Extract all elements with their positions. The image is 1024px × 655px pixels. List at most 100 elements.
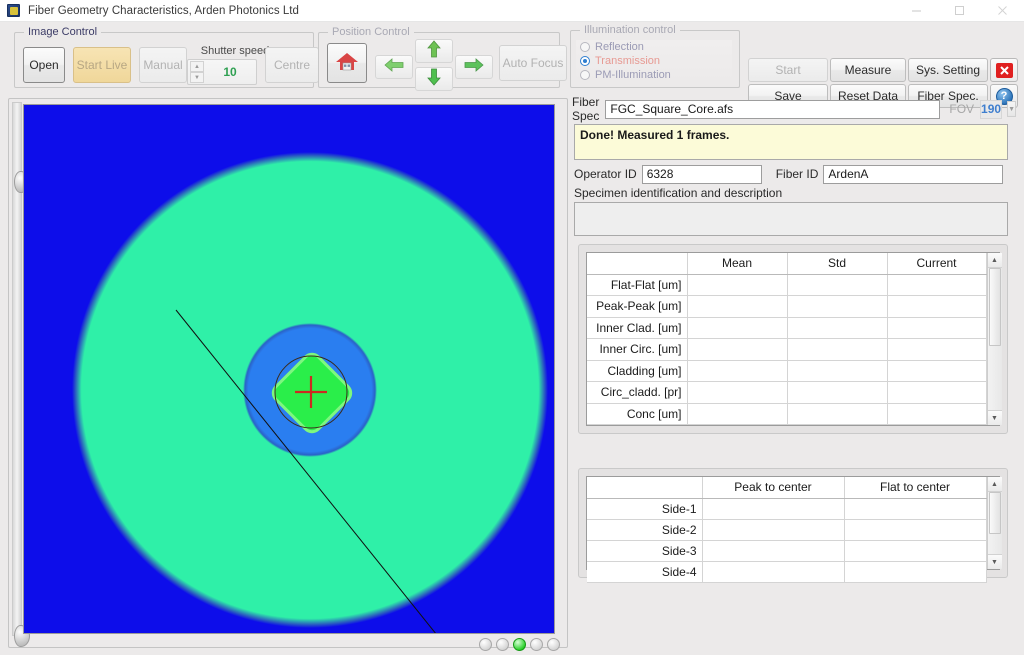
- maximize-icon[interactable]: [938, 0, 981, 22]
- sides-vertical-scrollbar[interactable]: ▲ ▼: [986, 477, 1002, 569]
- results-cell-current[interactable]: [887, 338, 987, 361]
- results-row-label: Inner Circ. [um]: [587, 338, 688, 361]
- sides-cell-peak[interactable]: [702, 540, 845, 562]
- operator-id-field[interactable]: 6328: [641, 164, 762, 184]
- scroll-up-icon[interactable]: ▲: [987, 477, 1002, 492]
- sides-cell-flat[interactable]: [844, 540, 987, 562]
- move-right-button[interactable]: [455, 55, 493, 79]
- sides-cell-peak[interactable]: [702, 519, 845, 541]
- radio-option-reflection[interactable]: Reflection: [580, 40, 732, 54]
- scroll-track[interactable]: [988, 346, 1002, 410]
- results-cell-current[interactable]: [887, 274, 987, 296]
- table-row: Side-4: [587, 561, 987, 583]
- move-down-button[interactable]: [415, 67, 453, 91]
- manual-button[interactable]: Manual: [139, 47, 187, 83]
- status-led-4: [530, 638, 543, 651]
- results-row-label: Inner Clad. [um]: [587, 317, 688, 339]
- shutter-spin-buttons[interactable]: ▲ ▼: [190, 61, 204, 83]
- shutter-speed-stepper[interactable]: ▲ ▼ 10: [187, 59, 257, 85]
- sides-cell-flat[interactable]: [844, 498, 987, 520]
- start-live-button[interactable]: Start Live: [73, 47, 131, 83]
- close-icon[interactable]: [981, 0, 1024, 22]
- results-cell-current[interactable]: [887, 360, 987, 382]
- image-control-group: Image Control Open Start Live Manual Shu…: [14, 26, 319, 88]
- radio-pm-illumination-label: PM-Illumination: [595, 69, 671, 81]
- table-row: Peak-Peak [um]: [587, 295, 987, 318]
- status-led-5: [547, 638, 560, 651]
- auto-focus-button[interactable]: Auto Focus: [499, 45, 567, 81]
- scroll-thumb[interactable]: [988, 492, 1001, 534]
- shutter-speed-value[interactable]: 10: [204, 65, 256, 79]
- fiber-id-label: Fiber ID: [775, 167, 819, 181]
- operator-id-label: Operator ID: [574, 167, 637, 181]
- results-cell-mean[interactable]: [687, 360, 788, 382]
- results-cell-mean[interactable]: [687, 381, 788, 404]
- sides-cell-peak[interactable]: [702, 561, 845, 583]
- exit-button[interactable]: [990, 58, 1018, 82]
- status-message-box: Done! Measured 1 frames.: [574, 124, 1008, 160]
- fiber-image-canvas[interactable]: [23, 104, 555, 634]
- results-cell-mean[interactable]: [687, 317, 788, 339]
- results-cell-std[interactable]: [787, 274, 888, 296]
- sys-setting-button[interactable]: Sys. Setting: [908, 58, 988, 82]
- results-cell-std[interactable]: [787, 338, 888, 361]
- results-row-label: Conc [um]: [587, 403, 688, 425]
- minimize-icon[interactable]: [895, 0, 938, 22]
- status-led-2: [496, 638, 509, 651]
- illumination-control-group: Illumination control Reflection Transmis…: [570, 24, 740, 88]
- results-cell-std[interactable]: [787, 295, 888, 318]
- sides-cell-flat[interactable]: [844, 519, 987, 541]
- application-window: Fiber Geometry Characteristics, Arden Ph…: [0, 0, 1024, 655]
- open-button[interactable]: Open: [23, 47, 65, 83]
- move-up-button[interactable]: [415, 39, 453, 63]
- table-row: Circ_cladd. [pr]: [587, 381, 987, 404]
- move-left-button[interactable]: [375, 55, 413, 79]
- specimen-description-field[interactable]: [574, 202, 1008, 236]
- fiber-spec-label: Fiber Spec: [572, 95, 600, 123]
- fiber-id-field[interactable]: ArdenA: [823, 164, 1004, 184]
- scroll-track[interactable]: [988, 534, 1002, 554]
- sides-header-row: Peak to center Flat to center: [587, 477, 987, 499]
- sides-row-label: Side-1: [587, 498, 703, 520]
- sides-table: Peak to center Flat to center Side-1 Sid…: [587, 477, 987, 583]
- spin-down-icon[interactable]: ▼: [190, 72, 204, 83]
- scroll-up-icon[interactable]: ▲: [987, 253, 1002, 268]
- identification-row: Operator ID 6328 Fiber ID ArdenA: [574, 164, 1012, 184]
- results-cell-std[interactable]: [787, 317, 888, 339]
- radio-option-transmission[interactable]: Transmission: [580, 54, 732, 68]
- centre-button[interactable]: Centre: [265, 47, 319, 83]
- scroll-thumb[interactable]: [988, 268, 1001, 346]
- sides-cell-peak[interactable]: [702, 498, 845, 520]
- scroll-down-icon[interactable]: ▼: [987, 410, 1002, 425]
- results-cell-mean[interactable]: [687, 274, 788, 296]
- radio-reflection-icon[interactable]: [580, 42, 590, 52]
- results-vertical-scrollbar[interactable]: ▲ ▼: [986, 253, 1002, 425]
- results-cell-current[interactable]: [887, 403, 987, 425]
- vertical-focus-slider[interactable]: [12, 102, 30, 647]
- radio-option-pm-illumination[interactable]: PM-Illumination: [580, 68, 732, 82]
- spin-up-icon[interactable]: ▲: [190, 61, 204, 72]
- table-row: Flat-Flat [um]: [587, 274, 987, 296]
- measure-button[interactable]: Measure: [830, 58, 906, 82]
- radio-pm-illumination-icon[interactable]: [580, 70, 590, 80]
- fiber-spec-field[interactable]: FGC_Square_Core.afs: [605, 99, 941, 119]
- scroll-down-icon[interactable]: ▼: [987, 554, 1002, 569]
- radio-transmission-icon[interactable]: [580, 56, 590, 66]
- results-cell-std[interactable]: [787, 381, 888, 404]
- results-cell-std[interactable]: [787, 403, 888, 425]
- fov-dropdown-icon[interactable]: ▼: [1007, 101, 1016, 117]
- results-cell-std[interactable]: [787, 360, 888, 382]
- results-cell-mean[interactable]: [687, 295, 788, 318]
- status-led-row: [479, 638, 563, 652]
- radio-transmission-label: Transmission: [595, 55, 660, 67]
- results-cell-current[interactable]: [887, 381, 987, 404]
- start-button[interactable]: Start: [748, 58, 828, 82]
- home-button[interactable]: [327, 43, 367, 83]
- toolbar: Image Control Open Start Live Manual Shu…: [0, 22, 1024, 108]
- results-cell-current[interactable]: [887, 295, 987, 318]
- results-cell-current[interactable]: [887, 317, 987, 339]
- results-cell-mean[interactable]: [687, 338, 788, 361]
- results-row-label: Circ_cladd. [pr]: [587, 381, 688, 404]
- results-cell-mean[interactable]: [687, 403, 788, 425]
- sides-cell-flat[interactable]: [844, 561, 987, 583]
